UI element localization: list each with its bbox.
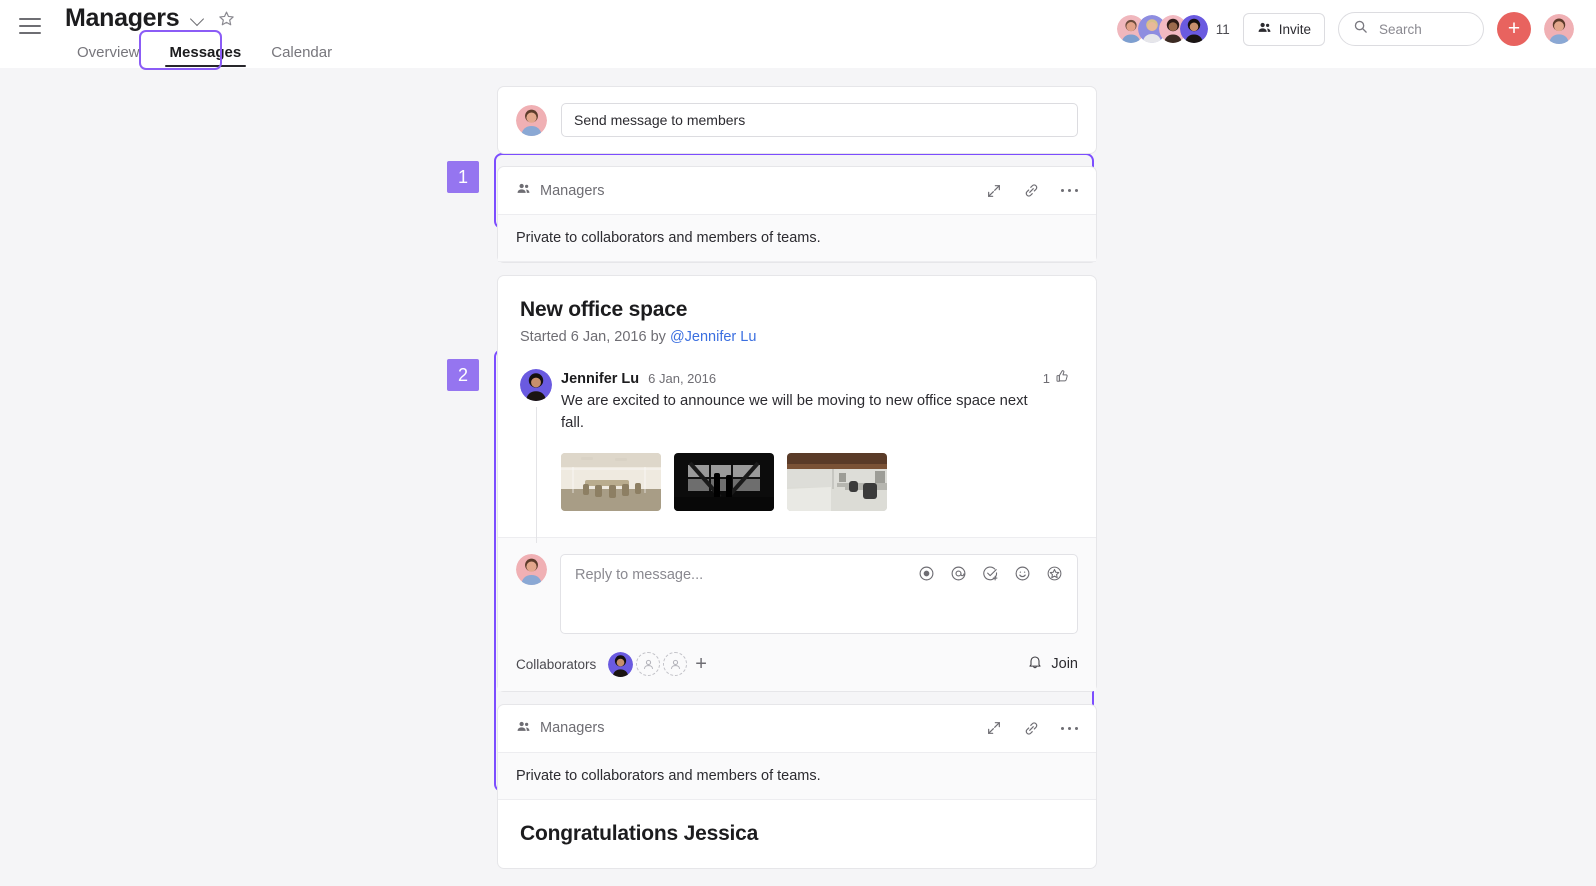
hamburger-icon[interactable] bbox=[19, 18, 41, 34]
card-team-label: Managers bbox=[540, 182, 605, 199]
step-badge-2: 2 bbox=[447, 359, 479, 391]
card-team-label: Managers bbox=[540, 720, 605, 737]
search-box[interactable] bbox=[1338, 12, 1484, 46]
member-count: 11 bbox=[1215, 21, 1230, 37]
message-item: Jennifer Lu 6 Jan, 2016 1 We are excited… bbox=[520, 369, 1074, 543]
tab-calendar[interactable]: Calendar bbox=[257, 40, 346, 69]
people-icon bbox=[516, 181, 531, 200]
expand-icon[interactable] bbox=[986, 720, 1002, 736]
expand-icon[interactable] bbox=[986, 183, 1002, 199]
compose-input[interactable]: Send message to members bbox=[561, 103, 1078, 137]
top-bar-right: 11 Invite + bbox=[1116, 0, 1596, 46]
compose-avatar bbox=[516, 104, 547, 136]
member-avatar-4[interactable] bbox=[1179, 15, 1208, 43]
like-count: 1 bbox=[1042, 370, 1050, 386]
collaborators-label: Collaborators bbox=[516, 656, 597, 672]
tab-calendar-label: Calendar bbox=[271, 44, 333, 61]
thread-meta-prefix: Started 6 Jan, 2016 by bbox=[520, 329, 670, 345]
tab-active-underline bbox=[164, 64, 247, 67]
profile-avatar[interactable] bbox=[1544, 14, 1574, 44]
mention-icon[interactable] bbox=[950, 565, 967, 582]
attachment-list bbox=[561, 452, 1070, 537]
tab-messages-label: Messages bbox=[169, 44, 242, 61]
add-collaborator-button[interactable]: + bbox=[695, 654, 707, 674]
link-icon[interactable] bbox=[1023, 720, 1040, 737]
managers-card-1: Managers Private to collaborators and me… bbox=[497, 166, 1097, 263]
thread-author-mention[interactable]: @Jennifer Lu bbox=[670, 329, 756, 345]
reply-input[interactable]: Reply to message... bbox=[560, 553, 1078, 634]
bell-icon bbox=[1027, 654, 1043, 674]
invite-label: Invite bbox=[1278, 21, 1311, 37]
thread-meta: Started 6 Jan, 2016 by @Jennifer Lu bbox=[520, 329, 1074, 345]
title-and-tabs: Managers Overview Messages Calendar bbox=[65, 0, 346, 69]
emoji-icon[interactable] bbox=[1014, 565, 1031, 582]
like-control[interactable]: 1 bbox=[1043, 369, 1070, 387]
collaborator-empty-slot[interactable] bbox=[636, 652, 661, 677]
message-text: We are excited to announce we will be mo… bbox=[561, 393, 1028, 431]
join-button[interactable]: Join bbox=[1027, 654, 1078, 674]
reply-section: Reply to message... Collaborators + Join bbox=[498, 536, 1096, 691]
privacy-note: Private to collaborators and members of … bbox=[498, 215, 1096, 262]
top-bar: Managers Overview Messages Calendar 11 I… bbox=[0, 0, 1596, 70]
tab-messages[interactable]: Messages bbox=[156, 40, 256, 69]
thread-title: New office space bbox=[520, 298, 688, 321]
thread-body: New office space Started 6 Jan, 2016 by … bbox=[498, 276, 1096, 543]
privacy-note: Private to collaborators and members of … bbox=[498, 752, 1096, 800]
tab-overview-label: Overview bbox=[77, 44, 140, 61]
card-header: Managers bbox=[498, 167, 1096, 215]
ellipsis-icon[interactable] bbox=[1060, 188, 1078, 193]
member-avatar-group[interactable]: 11 bbox=[1116, 15, 1230, 43]
conference-room-photo[interactable] bbox=[561, 452, 661, 511]
thread-preview-bottom: Congratulations Jessica bbox=[498, 800, 1096, 868]
compose-card: Send message to members bbox=[497, 86, 1097, 154]
managers-card-2: Managers Private to collaborators and me… bbox=[497, 703, 1097, 869]
add-button[interactable]: + bbox=[1497, 12, 1531, 46]
message-author-name: Jennifer Lu bbox=[561, 370, 640, 387]
page-title: Managers bbox=[65, 3, 180, 32]
main-content: 1 2 Send message to members Managers Pri… bbox=[0, 68, 1596, 886]
compose-input-text: Send message to members bbox=[574, 112, 746, 128]
collaborator-empty-slot[interactable] bbox=[663, 652, 688, 677]
chevron-down-icon[interactable] bbox=[191, 11, 206, 26]
tab-bar: Overview Messages Calendar bbox=[63, 40, 346, 69]
reply-placeholder: Reply to message... bbox=[575, 566, 704, 583]
message-feed: Send message to members Managers Private… bbox=[497, 86, 1097, 881]
search-input[interactable] bbox=[1379, 21, 1469, 37]
thread-connector-line bbox=[536, 407, 537, 543]
tab-overview[interactable]: Overview bbox=[63, 40, 154, 69]
collaborators-row: Collaborators + Join bbox=[516, 651, 1078, 677]
message-date: 6 Jan, 2016 bbox=[648, 370, 717, 386]
step-badge-1-number: 1 bbox=[457, 166, 468, 187]
link-icon[interactable] bbox=[1023, 182, 1040, 199]
collaborator-avatar[interactable] bbox=[608, 651, 634, 677]
reply-avatar bbox=[516, 553, 547, 585]
reply-toolbar bbox=[918, 565, 1063, 582]
thread-bottom-title: Congratulations Jessica bbox=[520, 821, 759, 845]
people-icon bbox=[516, 719, 531, 738]
task-icon[interactable] bbox=[982, 565, 999, 582]
thumbs-up-icon bbox=[1055, 369, 1070, 387]
join-label: Join bbox=[1051, 656, 1078, 673]
people-icon bbox=[1257, 20, 1272, 38]
record-icon[interactable] bbox=[918, 565, 935, 582]
thread-card: New office space Started 6 Jan, 2016 by … bbox=[497, 275, 1097, 692]
open-office-desks-photo[interactable] bbox=[787, 452, 887, 511]
message-author-avatar bbox=[520, 369, 552, 401]
card-header: Managers bbox=[498, 705, 1096, 753]
search-icon bbox=[1353, 19, 1368, 39]
star-icon[interactable] bbox=[218, 10, 235, 27]
plus-icon: + bbox=[1507, 16, 1521, 40]
sticker-icon[interactable] bbox=[1046, 565, 1063, 582]
dark-window-view-photo[interactable] bbox=[674, 452, 774, 511]
step-badge-1: 1 bbox=[447, 161, 479, 193]
ellipsis-icon[interactable] bbox=[1060, 726, 1078, 730]
invite-button[interactable]: Invite bbox=[1242, 12, 1325, 46]
step-badge-2-number: 2 bbox=[457, 364, 468, 385]
